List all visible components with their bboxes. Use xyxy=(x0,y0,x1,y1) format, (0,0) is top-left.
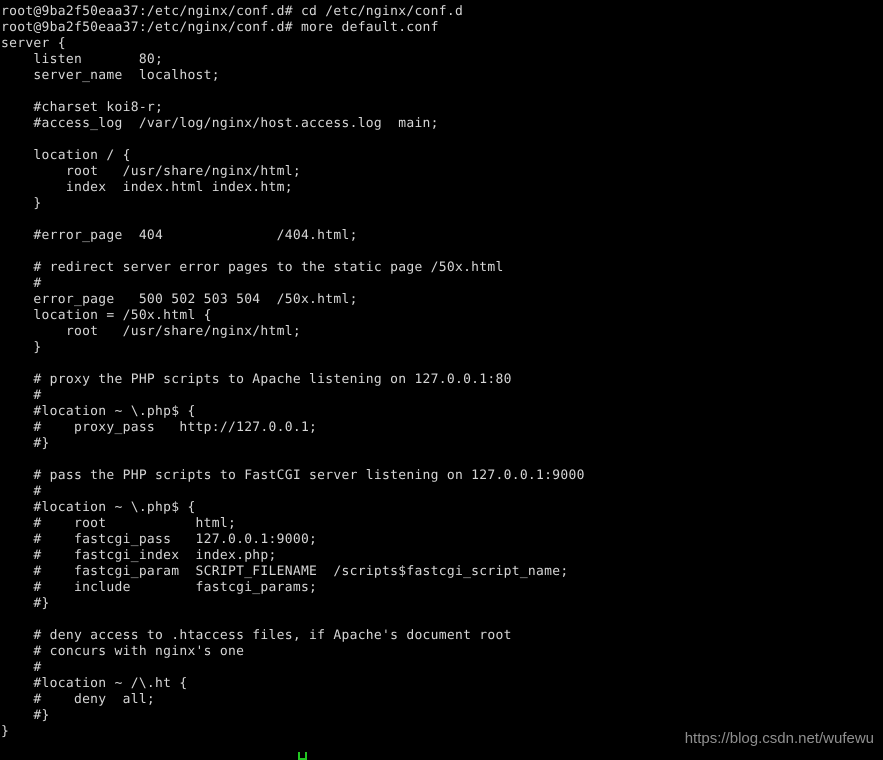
terminal-line: # deny access to .htaccess files, if Apa… xyxy=(1,628,512,643)
terminal-line: #error_page 404 /404.html; xyxy=(1,228,358,243)
terminal-line: #location ~ \.php$ { xyxy=(1,404,196,419)
terminal-line: #} xyxy=(1,596,50,611)
terminal-line: # redirect server error pages to the sta… xyxy=(1,260,504,275)
terminal-line: # root html; xyxy=(1,516,237,531)
terminal-line: # proxy the PHP scripts to Apache listen… xyxy=(1,372,512,387)
terminal-line: #location ~ /\.ht { xyxy=(1,676,188,691)
watermark-text: https://blog.csdn.net/wufewu xyxy=(684,730,874,747)
terminal-line: location / { xyxy=(1,148,131,163)
terminal-line: server { xyxy=(1,36,66,51)
terminal-line: root /usr/share/nginx/html; xyxy=(1,164,301,179)
terminal-line: #} xyxy=(1,708,50,723)
terminal-line: #charset koi8-r; xyxy=(1,100,164,115)
terminal-line: # fastcgi_pass 127.0.0.1:9000; xyxy=(1,532,318,547)
terminal-line: } xyxy=(1,340,42,355)
terminal-line: root@9ba2f50eaa37:/etc/nginx/conf.d# cd … xyxy=(1,4,464,19)
terminal-line: # xyxy=(1,276,42,291)
terminal-line: } xyxy=(1,196,42,211)
terminal-line: server_name localhost; xyxy=(1,68,220,83)
terminal-line: error_page 500 502 503 504 /50x.html; xyxy=(1,292,358,307)
terminal-line: # xyxy=(1,484,42,499)
terminal-line: # fastcgi_param SCRIPT_FILENAME /scripts… xyxy=(1,564,569,579)
terminal-line: # include fastcgi_params; xyxy=(1,580,318,595)
terminal-line: root /usr/share/nginx/html; xyxy=(1,324,301,339)
terminal-line: # pass the PHP scripts to FastCGI server… xyxy=(1,468,585,483)
terminal-line: #} xyxy=(1,436,50,451)
terminal-line: #access_log /var/log/nginx/host.access.l… xyxy=(1,116,439,131)
terminal-line: # proxy_pass http://127.0.0.1; xyxy=(1,420,318,435)
terminal-line: # xyxy=(1,660,42,675)
terminal-output: root@9ba2f50eaa37:/etc/nginx/conf.d# cd … xyxy=(1,4,883,740)
terminal-line: root@9ba2f50eaa37:/etc/nginx/conf.d# mor… xyxy=(1,20,439,35)
terminal-cursor xyxy=(298,752,307,760)
terminal-line: index index.html index.htm; xyxy=(1,180,293,195)
terminal-window[interactable]: root@9ba2f50eaa37:/etc/nginx/conf.d# cd … xyxy=(0,0,883,760)
terminal-line: # concurs with nginx's one xyxy=(1,644,245,659)
terminal-line: # xyxy=(1,388,42,403)
terminal-line: # deny all; xyxy=(1,692,156,707)
terminal-line: location = /50x.html { xyxy=(1,308,212,323)
terminal-line: listen 80; xyxy=(1,52,164,67)
terminal-line: # fastcgi_index index.php; xyxy=(1,548,277,563)
terminal-line: #location ~ \.php$ { xyxy=(1,500,196,515)
